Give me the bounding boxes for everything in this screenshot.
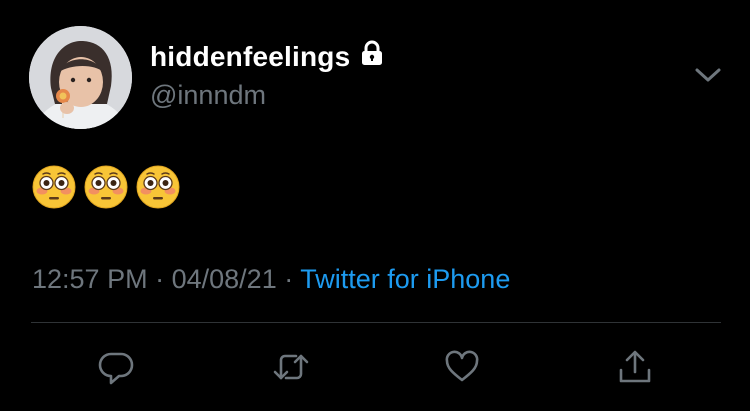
display-name[interactable]: hiddenfeelings (150, 40, 384, 73)
display-name-text: hiddenfeelings (150, 40, 351, 72)
tweet-source-link[interactable]: Twitter for iPhone (300, 264, 510, 294)
avatar[interactable] (29, 26, 132, 129)
chevron-down-icon[interactable] (694, 66, 722, 84)
share-button[interactable] (616, 348, 654, 386)
meta-separator: · (284, 264, 294, 294)
tweet-text (32, 165, 180, 209)
tweet-meta: 12:57 PM · 04/08/21 · Twitter for iPhone (32, 264, 510, 295)
flushed-face-emoji (136, 165, 180, 209)
meta-separator: · (155, 264, 165, 294)
lock-icon (360, 40, 384, 73)
retweet-button[interactable] (272, 348, 310, 386)
flushed-face-emoji (84, 165, 128, 209)
divider (31, 322, 721, 323)
share-icon (619, 350, 651, 383)
retweet-icon (273, 354, 309, 380)
reply-button[interactable] (97, 348, 135, 386)
reply-icon (98, 352, 134, 385)
flushed-face-emoji (32, 165, 76, 209)
user-handle[interactable]: @innndm (150, 80, 266, 111)
heart-icon (445, 350, 479, 382)
tweet-time[interactable]: 12:57 PM (32, 264, 148, 294)
like-button[interactable] (443, 348, 481, 386)
tweet-date[interactable]: 04/08/21 (172, 264, 277, 294)
